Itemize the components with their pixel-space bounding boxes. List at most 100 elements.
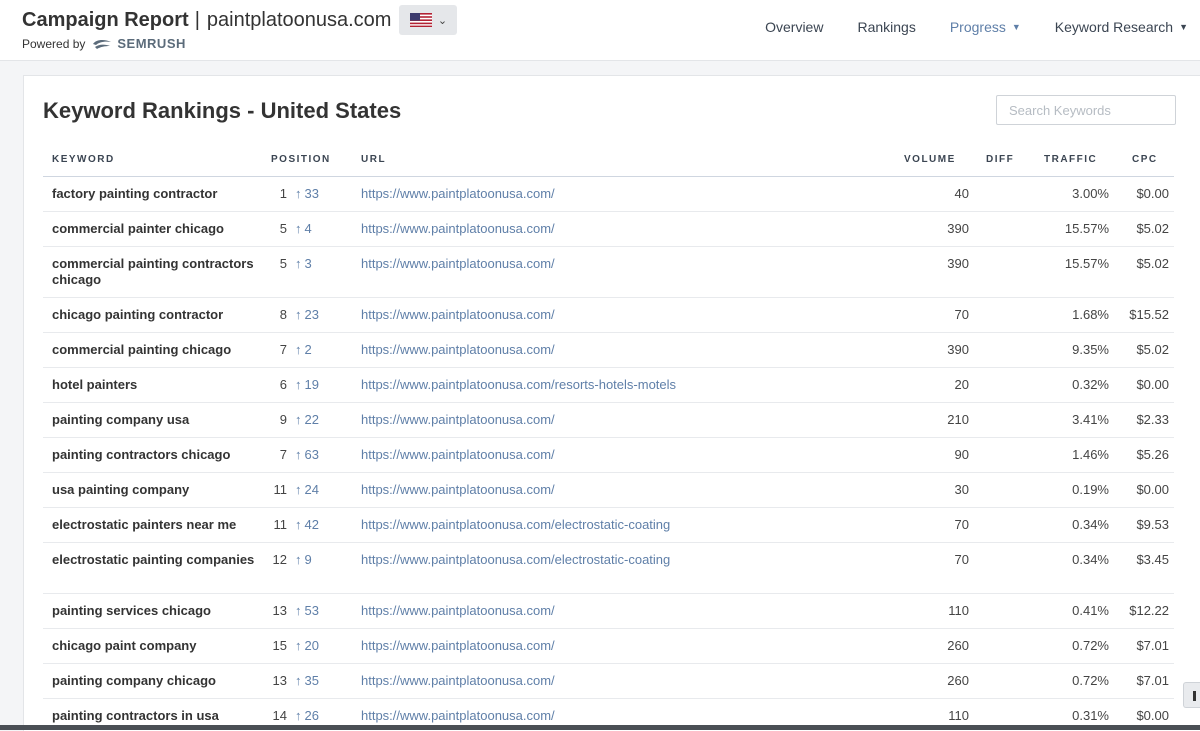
position-cell: 5 [279, 256, 287, 271]
side-panel-tab[interactable] [1183, 682, 1200, 708]
url-link[interactable]: https://www.paintplatoonusa.com/ [361, 412, 555, 428]
column-header-cpc[interactable]: CPC [1132, 154, 1158, 165]
arrow-up-icon: ↑ [295, 221, 302, 236]
url-link[interactable]: https://www.paintplatoonusa.com/ [361, 342, 555, 358]
arrow-up-icon: ↑ [295, 517, 302, 532]
cpc-cell: $7.01 [1136, 638, 1169, 653]
position-change-value: 4 [304, 221, 312, 236]
table-row: chicago painting contractor 8 ↑ 23 https://w… [43, 298, 1174, 333]
country-selector-button[interactable]: ⌄ [399, 5, 458, 35]
position-cell: 15 [272, 638, 287, 653]
column-header-volume[interactable]: VOLUME [904, 154, 956, 165]
table-row: commercial painting chicago 7 ↑ 2 https://ww… [43, 333, 1174, 368]
table-row: commercial painter chicago 5 ↑ 4 https://www… [43, 212, 1174, 247]
keyword-cell: electrostatic painting companies [52, 552, 255, 567]
chevron-down-icon: ⌄ [437, 14, 448, 27]
powered-by: Powered by SEMRUSH [22, 36, 186, 51]
cpc-cell: $9.53 [1136, 517, 1169, 532]
traffic-cell: 3.00% [1072, 186, 1109, 201]
column-header-keyword[interactable]: KEYWORD [52, 154, 115, 165]
url-link[interactable]: https://www.paintplatoonusa.com/ [361, 603, 555, 619]
volume-cell: 260 [947, 638, 969, 653]
keyword-cell: painting contractors in usa [52, 708, 219, 723]
traffic-cell: 0.19% [1072, 482, 1109, 497]
traffic-cell: 15.57% [1064, 256, 1109, 271]
url-link[interactable]: https://www.paintplatoonusa.com/ [361, 256, 555, 272]
report-title: Campaign Report [22, 8, 189, 31]
search-input[interactable] [996, 95, 1176, 125]
position-change: ↑ 24 [295, 482, 319, 498]
report-domain: paintplatoonusa.com [206, 8, 392, 31]
position-change-value: 23 [304, 307, 319, 322]
nav-rankings[interactable]: Rankings [857, 19, 915, 35]
cpc-cell: $15.52 [1129, 307, 1169, 322]
traffic-cell: 3.41% [1072, 412, 1109, 427]
traffic-cell: 9.35% [1072, 342, 1109, 357]
url-link[interactable]: https://www.paintplatoonusa.com/ [361, 673, 555, 689]
cpc-cell: $0.00 [1136, 377, 1169, 392]
volume-cell: 260 [947, 673, 969, 688]
traffic-cell: 1.68% [1072, 307, 1109, 322]
powered-by-label: Powered by [22, 36, 86, 51]
position-cell: 7 [279, 447, 287, 462]
nav-progress[interactable]: Progress ▼ [950, 19, 1021, 35]
arrow-up-icon: ↑ [295, 482, 302, 497]
position-change-value: 9 [304, 552, 312, 567]
position-change: ↑ 4 [295, 221, 312, 237]
position-change-value: 20 [304, 638, 319, 653]
url-link[interactable]: https://www.paintplatoonusa.com/ [361, 186, 555, 202]
position-cell: 13 [272, 673, 287, 688]
side-tab-grip [1193, 691, 1196, 701]
cpc-cell: $5.02 [1136, 342, 1169, 357]
arrow-up-icon: ↑ [295, 307, 302, 322]
position-cell: 9 [279, 412, 287, 427]
position-change-value: 42 [304, 517, 319, 532]
report-title-row: Campaign Report | paintplatoonusa.com ⌄ [22, 5, 458, 35]
volume-cell: 110 [948, 708, 969, 723]
nav-overview[interactable]: Overview [765, 19, 823, 35]
keyword-cell: painting company chicago [52, 673, 216, 688]
position-change: ↑ 35 [295, 673, 319, 689]
url-link[interactable]: https://www.paintplatoonusa.com/ [361, 638, 555, 654]
url-link[interactable]: https://www.paintplatoonusa.com/electros… [361, 552, 670, 568]
table-row: painting company chicago 13 ↑ 35 https://www… [43, 664, 1174, 699]
position-change: ↑ 20 [295, 638, 319, 654]
column-header-diff[interactable]: DIFF [986, 154, 1014, 165]
volume-cell: 70 [954, 307, 969, 322]
arrow-up-icon: ↑ [295, 412, 302, 427]
caret-down-icon: ▼ [1179, 22, 1188, 32]
arrow-up-icon: ↑ [295, 603, 302, 618]
url-link[interactable]: https://www.paintplatoonusa.com/ [361, 708, 555, 724]
url-link[interactable]: https://www.paintplatoonusa.com/ [361, 447, 555, 463]
arrow-up-icon: ↑ [295, 447, 302, 462]
column-header-traffic[interactable]: TRAFFIC [1044, 154, 1097, 165]
table-row: usa painting company 11 ↑ 24 https://www.pai… [43, 473, 1174, 508]
position-change: ↑ 3 [295, 256, 312, 272]
arrow-up-icon: ↑ [295, 186, 302, 201]
nav-keyword-research[interactable]: Keyword Research ▼ [1055, 19, 1188, 35]
position-change: ↑ 63 [295, 447, 319, 463]
traffic-cell: 15.57% [1064, 221, 1109, 236]
table-row: electrostatic painting companies 12 ↑ 9 http… [43, 543, 1174, 594]
volume-cell: 40 [954, 186, 969, 201]
cpc-cell: $3.45 [1136, 552, 1169, 567]
cpc-cell: $5.02 [1136, 221, 1169, 236]
keyword-cell: commercial painter chicago [52, 221, 224, 236]
volume-cell: 390 [947, 256, 969, 271]
traffic-cell: 0.34% [1072, 552, 1109, 567]
top-header: Campaign Report | paintplatoonusa.com ⌄ … [0, 0, 1200, 61]
url-link[interactable]: https://www.paintplatoonusa.com/ [361, 307, 555, 323]
arrow-up-icon: ↑ [295, 673, 302, 688]
column-header-url[interactable]: URL [361, 154, 386, 165]
volume-cell: 210 [947, 412, 969, 427]
volume-cell: 20 [954, 377, 969, 392]
url-link[interactable]: https://www.paintplatoonusa.com/ [361, 221, 555, 237]
volume-cell: 70 [954, 552, 969, 567]
cpc-cell: $0.00 [1136, 708, 1169, 723]
url-link[interactable]: https://www.paintplatoonusa.com/ [361, 482, 555, 498]
cpc-cell: $0.00 [1136, 482, 1169, 497]
column-header-position[interactable]: POSITION [271, 154, 331, 165]
us-flag-icon [409, 13, 432, 27]
url-link[interactable]: https://www.paintplatoonusa.com/electros… [361, 517, 670, 533]
url-link[interactable]: https://www.paintplatoonusa.com/resorts-… [361, 377, 676, 393]
